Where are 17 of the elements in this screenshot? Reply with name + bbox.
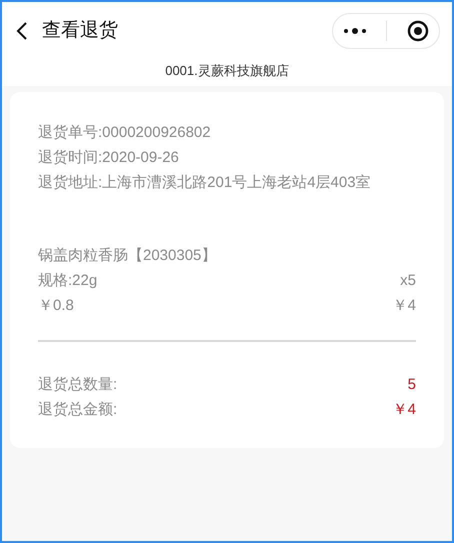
- back-icon[interactable]: [16, 21, 28, 41]
- page-title: 查看退货: [42, 18, 118, 43]
- product-spec: 规格:22g: [38, 271, 98, 291]
- total-value: 5: [408, 375, 416, 395]
- total-label: 退货总数量:: [38, 375, 118, 395]
- info-line: 退货单号:0000200926802: [38, 124, 211, 141]
- more-icon[interactable]: [342, 27, 367, 35]
- quantity: x5: [400, 271, 416, 291]
- unit-price: ￥0.8: [38, 296, 74, 316]
- info-line: 退货地址:上海市漕溪北路201号上海老站4层403室: [38, 174, 371, 191]
- info-line: 退货时间:2020-09-26: [38, 149, 179, 166]
- store-name: 0001.灵蕨科技旗舰店: [165, 63, 289, 78]
- total-label: 退货总金额:: [38, 400, 118, 420]
- total-value: ￥4: [392, 400, 416, 420]
- subtotal: ￥4: [392, 296, 416, 316]
- product-name: 锅盖肉粒香肠【2030305】: [38, 247, 216, 264]
- close-icon[interactable]: [407, 20, 430, 42]
